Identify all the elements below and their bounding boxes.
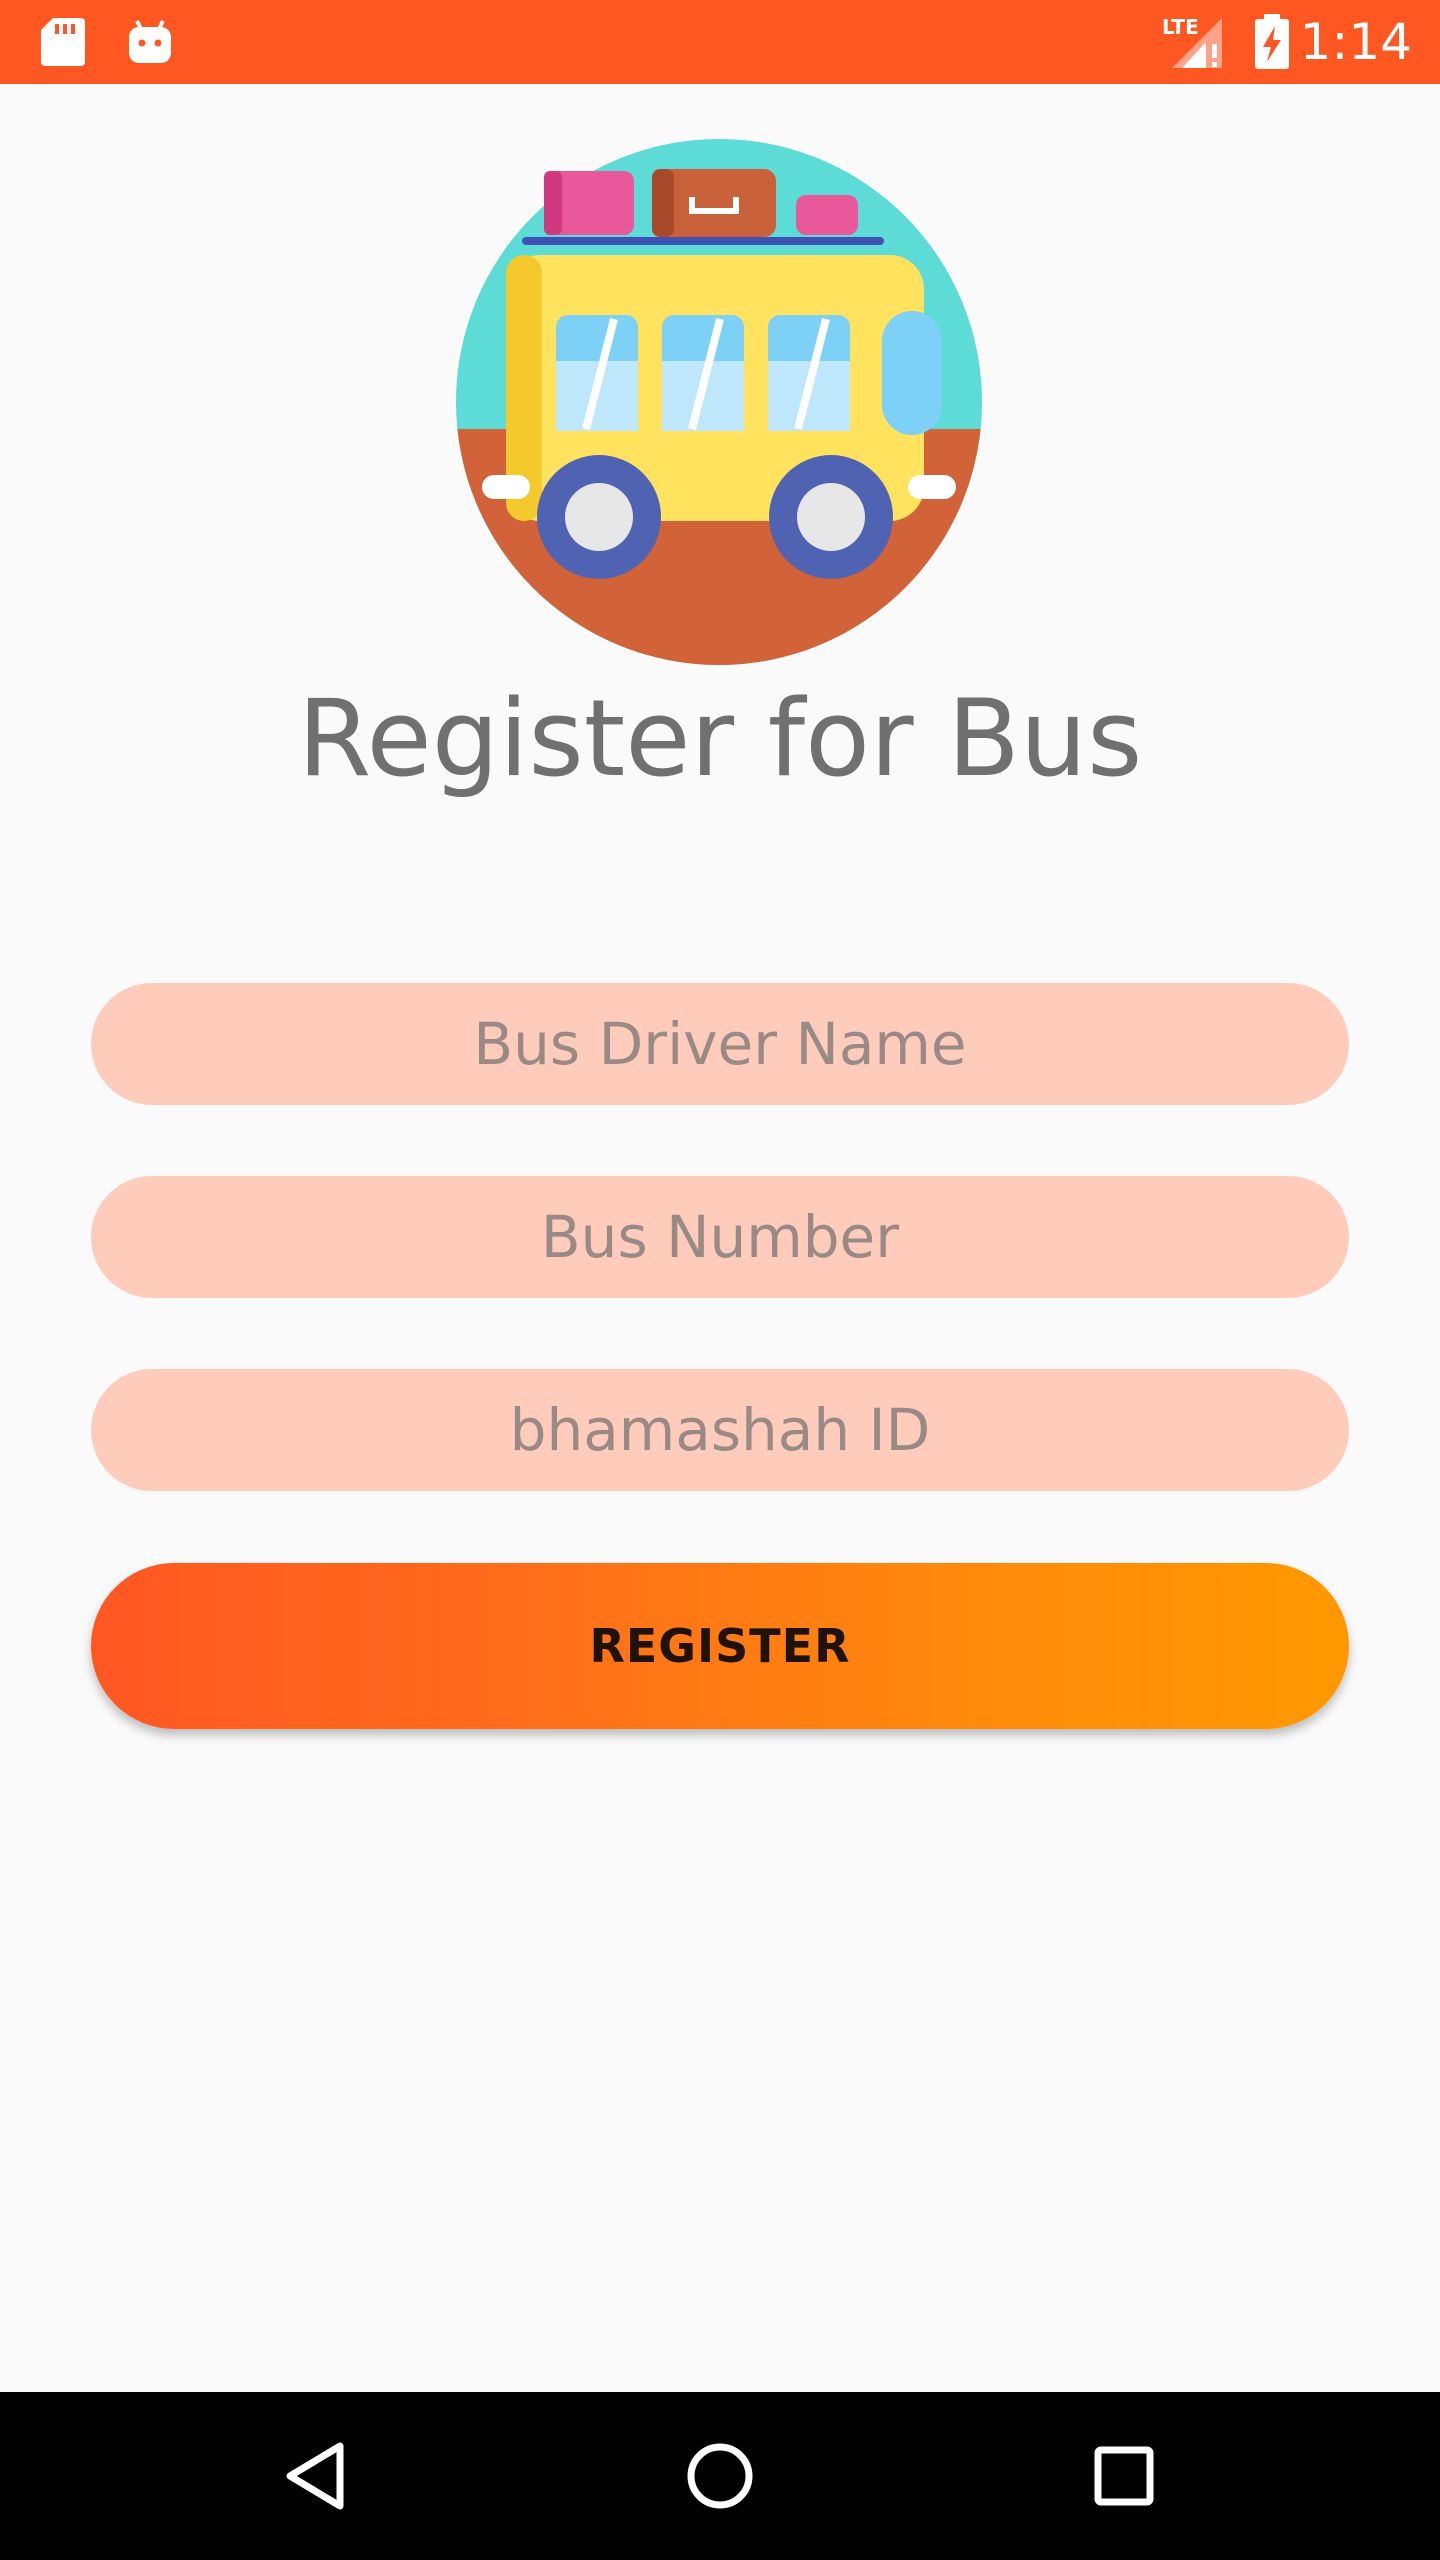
network-label: LTE (1162, 15, 1199, 39)
page-title: Register for Bus (297, 677, 1143, 800)
battery-charging-icon (1250, 0, 1294, 84)
back-icon[interactable] (216, 2392, 416, 2560)
driver-name-input[interactable] (91, 983, 1349, 1105)
bus-number-input[interactable] (91, 1176, 1349, 1298)
recents-icon[interactable] (1024, 2392, 1224, 2560)
register-screen: Register for Bus REGISTER (0, 84, 1440, 2392)
bus-logo-icon (456, 139, 982, 665)
status-time: 1:14 (1299, 13, 1412, 71)
android-icon (120, 0, 180, 84)
navigation-bar (0, 2392, 1440, 2560)
home-icon[interactable] (620, 2392, 820, 2560)
lte-signal-icon: LTE (1160, 0, 1232, 84)
status-bar: LTE 1:14 (0, 0, 1440, 84)
register-button[interactable]: REGISTER (91, 1563, 1349, 1729)
bhamashah-id-input[interactable] (91, 1369, 1349, 1491)
sd-card-icon (38, 0, 88, 84)
